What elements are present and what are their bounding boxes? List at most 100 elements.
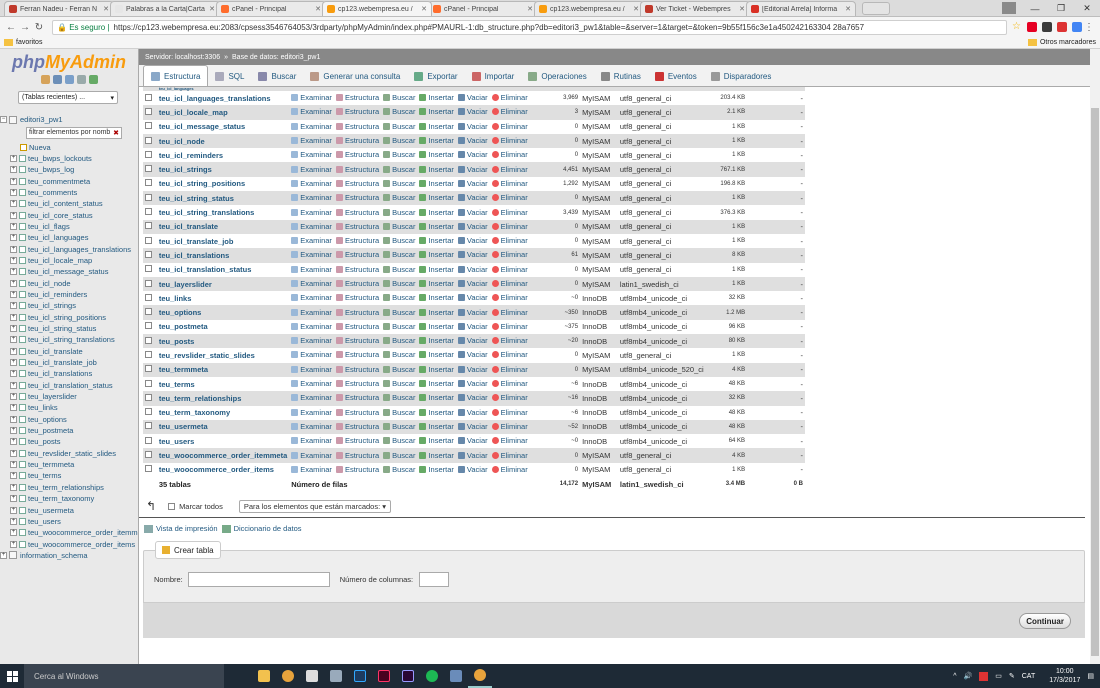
row-checkbox[interactable] bbox=[145, 322, 152, 330]
browse-action[interactable]: Examinar bbox=[291, 93, 332, 102]
table-row[interactable]: teu_icl_translations Examinar Estructura Bu… bbox=[143, 248, 805, 263]
tree-table-item[interactable]: + teu_revslider_static_slides bbox=[0, 448, 138, 459]
insert-action[interactable]: Insertar bbox=[419, 350, 454, 359]
structure-action[interactable]: Estructura bbox=[335, 222, 379, 231]
chrome-icon[interactable] bbox=[276, 664, 300, 688]
table-row[interactable]: teu_revslider_static_slides Examinar Estru… bbox=[143, 348, 805, 363]
browse-action[interactable]: Examinar bbox=[291, 293, 332, 302]
tree-table-item[interactable]: + teu_icl_flags bbox=[0, 221, 138, 232]
insert-action[interactable]: Insertar bbox=[419, 136, 454, 145]
browser-tab[interactable]: Palabras a la Carta|Carta ✕ bbox=[110, 1, 220, 16]
expand-icon[interactable]: + bbox=[10, 290, 17, 298]
language-indicator[interactable]: CAT bbox=[1022, 673, 1035, 680]
table-name-link[interactable]: teu_options bbox=[157, 305, 289, 319]
expand-icon[interactable]: + bbox=[10, 359, 17, 367]
empty-action[interactable]: Vaciar bbox=[457, 436, 488, 445]
insert-action[interactable]: Insertar bbox=[419, 165, 454, 174]
structure-action[interactable]: Estructura bbox=[335, 193, 379, 202]
table-row[interactable]: teu_icl_string_translations Examinar Estru… bbox=[143, 205, 805, 220]
drop-action[interactable]: Eliminar bbox=[491, 93, 528, 102]
expand-icon[interactable]: + bbox=[10, 325, 17, 333]
tab-sql[interactable]: SQL bbox=[208, 66, 251, 86]
table-row[interactable]: teu_links Examinar Estructura Buscar Inserta… bbox=[143, 291, 805, 306]
tree-table-item[interactable]: + teu_icl_string_translations bbox=[0, 334, 138, 345]
app-icon[interactable] bbox=[444, 664, 468, 688]
browse-action[interactable]: Examinar bbox=[291, 236, 332, 245]
drop-action[interactable]: Eliminar bbox=[491, 365, 528, 374]
insert-action[interactable]: Insertar bbox=[419, 336, 454, 345]
expand-icon[interactable]: + bbox=[10, 200, 17, 208]
table-row[interactable]: teu_layerslider Examinar Estructura Buscar I… bbox=[143, 276, 805, 292]
row-checkbox[interactable] bbox=[145, 165, 152, 173]
data-dictionary-link[interactable]: Diccionario de datos bbox=[234, 524, 302, 533]
row-checkbox[interactable] bbox=[145, 179, 152, 187]
table-name-link[interactable]: teu_woocommerce_order_itemmeta bbox=[157, 448, 289, 462]
tree-table-item[interactable]: + teu_commentmeta bbox=[0, 175, 138, 186]
expand-icon[interactable]: + bbox=[10, 427, 17, 435]
drop-action[interactable]: Eliminar bbox=[491, 336, 528, 345]
row-checkbox[interactable] bbox=[145, 265, 152, 273]
browse-action[interactable]: Examinar bbox=[291, 322, 332, 331]
table-row[interactable]: teu_woocommerce_order_itemmeta Examinar Es… bbox=[143, 448, 805, 463]
expand-icon[interactable]: + bbox=[10, 188, 17, 196]
search-action[interactable]: Buscar bbox=[383, 308, 415, 317]
table-row[interactable]: teu_woocommerce_order_items Examinar Estru… bbox=[143, 462, 805, 478]
check-all-checkbox[interactable] bbox=[168, 502, 176, 510]
drop-action[interactable]: Eliminar bbox=[491, 465, 528, 474]
drop-action[interactable]: Eliminar bbox=[491, 136, 528, 145]
tree-db-node[interactable]: − editori3_pw1 bbox=[0, 114, 138, 125]
insert-action[interactable]: Insertar bbox=[419, 436, 454, 445]
insert-action[interactable]: Insertar bbox=[419, 193, 454, 202]
row-checkbox[interactable] bbox=[145, 122, 152, 130]
structure-action[interactable]: Estructura bbox=[335, 365, 379, 374]
structure-action[interactable]: Estructura bbox=[335, 436, 379, 445]
browser-tab[interactable]: cPanel - Principal ✕ bbox=[216, 1, 326, 16]
search-action[interactable]: Buscar bbox=[383, 436, 415, 445]
expand-icon[interactable]: + bbox=[10, 154, 17, 162]
search-action[interactable]: Buscar bbox=[383, 193, 415, 202]
structure-action[interactable]: Estructura bbox=[335, 350, 379, 359]
structure-action[interactable]: Estructura bbox=[335, 279, 379, 288]
browse-action[interactable]: Examinar bbox=[291, 379, 332, 388]
row-checkbox[interactable] bbox=[145, 193, 152, 201]
structure-action[interactable]: Estructura bbox=[335, 93, 379, 102]
expand-icon[interactable]: + bbox=[10, 166, 17, 174]
insert-action[interactable]: Insertar bbox=[419, 179, 454, 188]
row-checkbox[interactable] bbox=[145, 336, 152, 344]
row-checkbox[interactable] bbox=[145, 308, 152, 316]
breadcrumb-db[interactable]: Base de datos: editori3_pw1 bbox=[232, 54, 320, 61]
expand-icon[interactable]: + bbox=[0, 551, 7, 559]
drop-action[interactable]: Eliminar bbox=[491, 436, 528, 445]
insert-action[interactable]: Insertar bbox=[419, 465, 454, 474]
row-checkbox[interactable] bbox=[145, 150, 152, 158]
table-name-link[interactable]: teu_icl_translations bbox=[157, 248, 289, 262]
close-tab-icon[interactable]: ✕ bbox=[633, 5, 639, 13]
browse-action[interactable]: Examinar bbox=[291, 350, 332, 359]
browse-action[interactable]: Examinar bbox=[291, 179, 332, 188]
row-checkbox[interactable] bbox=[145, 222, 152, 230]
search-action[interactable]: Buscar bbox=[383, 265, 415, 274]
empty-action[interactable]: Vaciar bbox=[457, 350, 488, 359]
structure-action[interactable]: Estructura bbox=[335, 122, 379, 131]
tab-buscar[interactable]: Buscar bbox=[251, 66, 303, 86]
pinterest-icon[interactable] bbox=[1027, 22, 1037, 32]
network-icon[interactable]: ▭ bbox=[995, 672, 1002, 680]
notification-icon[interactable]: ▤ bbox=[1087, 672, 1094, 680]
row-checkbox[interactable] bbox=[145, 136, 152, 144]
close-tab-icon[interactable]: ✕ bbox=[421, 5, 427, 13]
browse-action[interactable]: Examinar bbox=[291, 465, 332, 474]
insert-action[interactable]: Insertar bbox=[419, 236, 454, 245]
tab-operaciones[interactable]: Operaciones bbox=[521, 66, 593, 86]
drop-action[interactable]: Eliminar bbox=[491, 293, 528, 302]
empty-action[interactable]: Vaciar bbox=[457, 279, 488, 288]
tab-importar[interactable]: Importar bbox=[465, 66, 522, 86]
expand-icon[interactable]: + bbox=[10, 347, 17, 355]
empty-action[interactable]: Vaciar bbox=[457, 465, 488, 474]
search-action[interactable]: Buscar bbox=[383, 465, 415, 474]
file-explorer-icon[interactable] bbox=[252, 664, 276, 688]
insert-action[interactable]: Insertar bbox=[419, 93, 454, 102]
expand-icon[interactable]: + bbox=[10, 245, 17, 253]
docs-icon[interactable] bbox=[76, 75, 86, 84]
insert-action[interactable]: Insertar bbox=[419, 451, 454, 460]
insert-action[interactable]: Insertar bbox=[419, 393, 454, 402]
